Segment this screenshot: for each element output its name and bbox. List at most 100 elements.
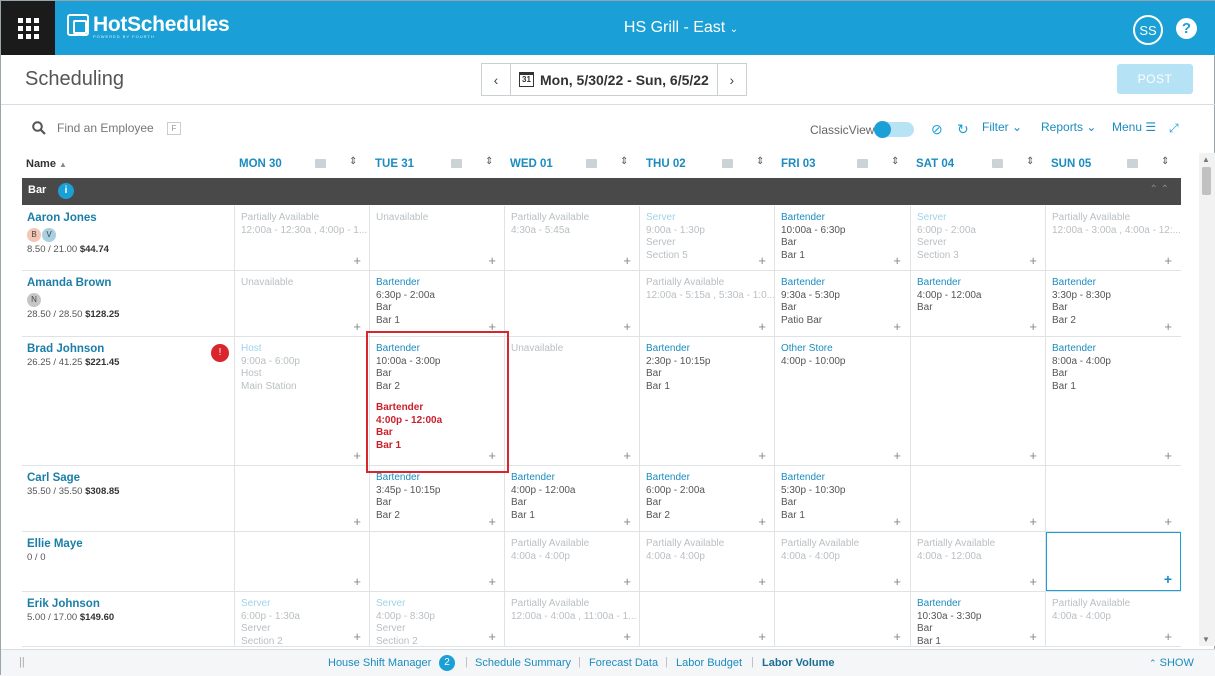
- app-launcher-icon[interactable]: [1, 1, 55, 55]
- note-icon[interactable]: [1127, 159, 1138, 168]
- add-shift-icon[interactable]: +: [893, 515, 901, 529]
- note-icon[interactable]: [992, 159, 1003, 168]
- schedule-cell[interactable]: +: [504, 271, 639, 336]
- note-icon[interactable]: [315, 159, 326, 168]
- show-button[interactable]: ⌃ SHOW: [1149, 657, 1194, 669]
- schedule-cell[interactable]: +: [234, 532, 369, 591]
- day-header[interactable]: MON 30 ⇕: [239, 153, 369, 177]
- eye-slash-icon[interactable]: ⊘: [931, 121, 943, 138]
- note-icon[interactable]: [722, 159, 733, 168]
- add-shift-icon[interactable]: +: [1029, 515, 1037, 529]
- day-header[interactable]: SAT 04 ⇕: [916, 153, 1046, 177]
- reports-dropdown[interactable]: Reports ⌄: [1041, 120, 1096, 134]
- user-avatar[interactable]: SS: [1133, 15, 1163, 45]
- employee-name[interactable]: Ellie Maye: [27, 538, 229, 550]
- schedule-cell[interactable]: Unavailable +: [369, 206, 504, 270]
- add-shift-icon[interactable]: +: [353, 320, 361, 334]
- sort-icon[interactable]: ⇕: [349, 156, 357, 167]
- add-shift-icon[interactable]: +: [623, 575, 631, 589]
- schedule-cell[interactable]: Bartender 2:30p - 10:15p Bar Bar 1 +: [639, 337, 774, 465]
- expand-icon[interactable]: ⤢: [1169, 121, 1179, 136]
- employee-name[interactable]: Aaron Jones: [27, 212, 229, 224]
- sort-icon[interactable]: ⇕: [756, 156, 764, 167]
- add-shift-icon[interactable]: +: [1164, 449, 1172, 463]
- add-shift-icon[interactable]: +: [353, 575, 361, 589]
- footer-forecast-data[interactable]: Forecast Data: [589, 657, 658, 669]
- footer-house-shift-manager[interactable]: House Shift Manager: [328, 657, 431, 669]
- classic-view-toggle[interactable]: [874, 121, 914, 138]
- add-shift-icon[interactable]: +: [893, 575, 901, 589]
- schedule-cell[interactable]: Partially Available 4:00a - 4:00p +: [774, 532, 909, 591]
- add-shift-icon[interactable]: +: [1029, 254, 1037, 268]
- add-shift-icon[interactable]: +: [488, 630, 496, 644]
- day-header[interactable]: WED 01 ⇕: [510, 153, 640, 177]
- add-shift-icon[interactable]: +: [758, 254, 766, 268]
- add-shift-icon[interactable]: +: [893, 630, 901, 644]
- sort-icon[interactable]: ⇕: [485, 156, 493, 167]
- schedule-cell[interactable]: Server 4:00p - 8:30p Server Section 2 +: [369, 592, 504, 646]
- add-shift-icon[interactable]: +: [623, 449, 631, 463]
- schedule-cell[interactable]: Bartender 6:00p - 2:00a Bar Bar 2 +: [639, 466, 774, 531]
- schedule-cell[interactable]: Unavailable +: [234, 271, 369, 336]
- add-shift-icon[interactable]: +: [758, 449, 766, 463]
- schedule-cell[interactable]: Partially Available 12:00a - 3:00a , 4:00…: [1045, 206, 1180, 270]
- schedule-cell[interactable]: Unavailable +: [504, 337, 639, 465]
- schedule-cell[interactable]: +: [369, 532, 504, 591]
- add-shift-icon[interactable]: +: [623, 515, 631, 529]
- schedule-cell[interactable]: +: [910, 466, 1045, 531]
- add-shift-icon[interactable]: +: [893, 320, 901, 334]
- add-shift-icon[interactable]: +: [1029, 449, 1037, 463]
- day-header[interactable]: FRI 03 ⇕: [781, 153, 911, 177]
- footer-labor-volume[interactable]: Labor Volume: [762, 657, 835, 669]
- schedule-cell[interactable]: Partially Available 12:00a - 5:15a , 5:30…: [639, 271, 774, 336]
- post-button[interactable]: POST: [1117, 64, 1193, 94]
- search-input[interactable]: Find an Employee: [57, 121, 154, 135]
- schedule-cell[interactable]: +: [639, 592, 774, 646]
- add-shift-icon[interactable]: +: [623, 254, 631, 268]
- schedule-cell[interactable]: Other Store 4:00p - 10:00p +: [774, 337, 909, 465]
- employee-name[interactable]: Carl Sage: [27, 472, 229, 484]
- date-range-picker[interactable]: 31 Mon, 5/30/22 - Sun, 6/5/22: [511, 63, 717, 96]
- add-shift-icon[interactable]: +: [1164, 320, 1172, 334]
- selected-cell[interactable]: +: [1046, 532, 1181, 591]
- scroll-down-icon[interactable]: ▼: [1202, 635, 1210, 644]
- drag-handle-icon[interactable]: ||: [19, 656, 25, 668]
- schedule-cell[interactable]: Partially Available 12:00a - 4:00a , 11:0…: [504, 592, 639, 646]
- footer-labor-budget[interactable]: Labor Budget: [676, 657, 742, 669]
- day-header[interactable]: TUE 31 ⇕: [375, 153, 505, 177]
- scroll-up-icon[interactable]: ▲: [1202, 155, 1210, 164]
- add-shift-icon[interactable]: +: [488, 254, 496, 268]
- note-icon[interactable]: [451, 159, 462, 168]
- footer-schedule-summary[interactable]: Schedule Summary: [475, 657, 571, 669]
- schedule-cell[interactable]: Bartender 10:00a - 6:30p Bar Bar 1 +: [774, 206, 909, 270]
- day-header[interactable]: THU 02 ⇕: [646, 153, 776, 177]
- next-week-button[interactable]: ›: [716, 63, 747, 96]
- schedule-cell[interactable]: Partially Available 12:00a - 12:30a , 4:0…: [234, 206, 369, 270]
- sort-icon[interactable]: ⇕: [1026, 156, 1034, 167]
- sort-icon[interactable]: ⇕: [891, 156, 899, 167]
- schedule-cell[interactable]: Bartender 10:30a - 3:30p Bar Bar 1 +: [910, 592, 1045, 646]
- schedule-cell[interactable]: Host 9:00a - 6:00p Host Main Station +: [234, 337, 369, 465]
- add-shift-icon[interactable]: +: [1164, 630, 1172, 644]
- info-icon[interactable]: i: [58, 183, 74, 199]
- employee-name[interactable]: Amanda Brown: [27, 277, 229, 289]
- schedule-cell[interactable]: +: [910, 337, 1045, 465]
- name-column-header[interactable]: Name ▲: [26, 158, 67, 170]
- sort-icon[interactable]: ⇕: [620, 156, 628, 167]
- add-shift-icon[interactable]: +: [353, 630, 361, 644]
- schedule-cell[interactable]: Bartender 8:00a - 4:00p Bar Bar 1 +: [1045, 337, 1180, 465]
- scroll-thumb[interactable]: [1202, 167, 1211, 195]
- schedule-cell[interactable]: Bartender 4:00p - 12:00a Bar Bar 1 +: [504, 466, 639, 531]
- schedule-cell[interactable]: Bartender 6:30p - 2:00a Bar Bar 1 +: [369, 271, 504, 336]
- add-shift-icon[interactable]: +: [893, 254, 901, 268]
- add-shift-icon[interactable]: +: [623, 320, 631, 334]
- alert-icon[interactable]: !: [211, 344, 229, 362]
- add-shift-icon[interactable]: +: [758, 515, 766, 529]
- add-shift-icon[interactable]: +: [353, 515, 361, 529]
- add-shift-icon[interactable]: +: [1029, 320, 1037, 334]
- help-icon[interactable]: ?: [1176, 18, 1197, 39]
- add-shift-icon[interactable]: +: [353, 449, 361, 463]
- menu-button[interactable]: Menu ☰: [1112, 120, 1156, 134]
- filter-dropdown[interactable]: Filter ⌄: [982, 120, 1022, 134]
- add-shift-icon[interactable]: +: [488, 515, 496, 529]
